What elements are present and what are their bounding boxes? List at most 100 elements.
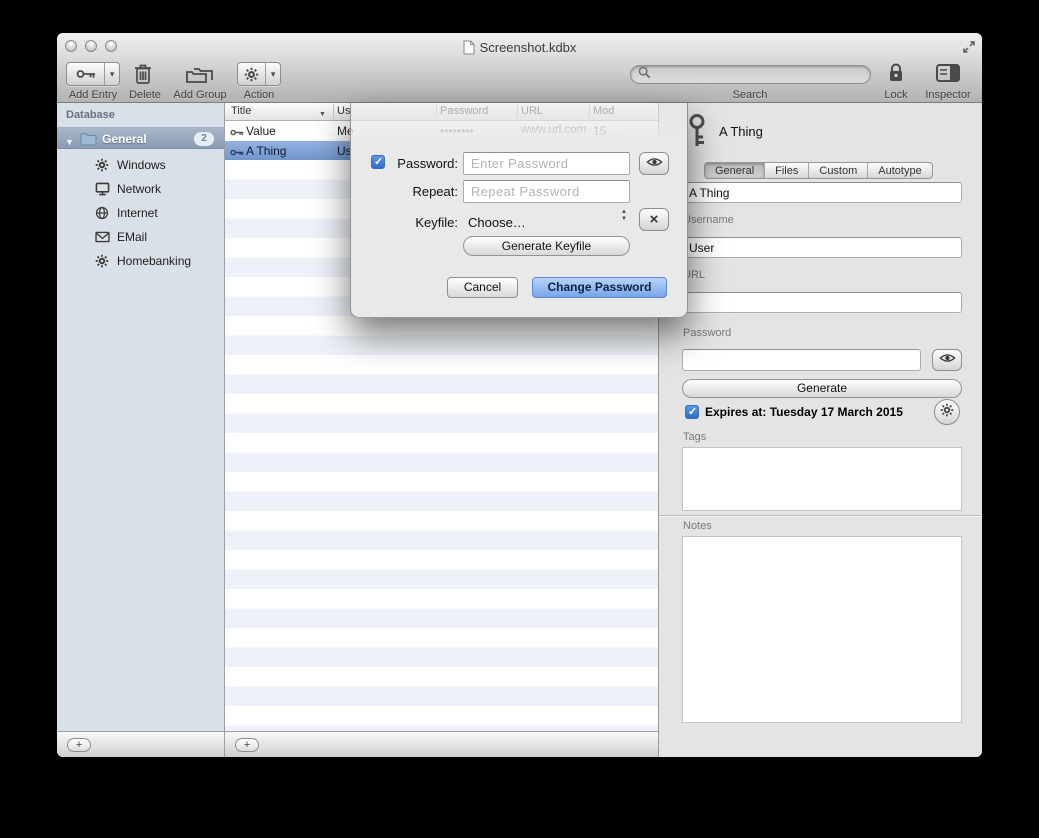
add-entry-footer-button[interactable]: +: [235, 738, 259, 752]
inspector-section-divider: [659, 515, 982, 516]
reveal-password-button[interactable]: [932, 349, 962, 371]
lock-icon: [888, 70, 904, 87]
gear-icon: [95, 158, 109, 177]
fullscreen-icon[interactable]: [962, 40, 976, 54]
window-title: Screenshot.kdbx: [57, 40, 982, 55]
inspector-panel: A Thing General Files Custom Autotype Us…: [658, 103, 982, 757]
username-field[interactable]: [682, 237, 962, 258]
entry-list-footer-bar: +: [225, 731, 658, 757]
gear-icon: [95, 254, 109, 273]
show-password-button[interactable]: [639, 152, 669, 175]
notes-textarea[interactable]: [682, 536, 962, 723]
tab-autotype[interactable]: Autotype: [868, 163, 931, 178]
display-icon: [95, 182, 110, 201]
dialog-password-label: Password:: [371, 156, 458, 171]
key-icon: [230, 146, 244, 160]
sidebar-item-label: Network: [117, 182, 161, 196]
generate-keyfile-button[interactable]: Generate Keyfile: [463, 236, 630, 256]
expires-label: Expires at: Tuesday 17 March 2015: [705, 405, 903, 419]
username-label: Username: [683, 214, 734, 226]
dialog-keyfile-label: Keyfile:: [371, 215, 458, 230]
inspector-tabs: General Files Custom Autotype: [704, 162, 933, 179]
key-icon: [230, 126, 244, 140]
inspector-toggle-button[interactable]: [936, 64, 960, 87]
sidebar-group-badge: 2: [194, 132, 214, 146]
cell-title: Value: [246, 124, 276, 138]
sidebar-item-label: EMail: [117, 230, 147, 244]
generate-password-button[interactable]: Generate: [682, 379, 962, 398]
expires-checkbox[interactable]: [685, 405, 699, 419]
tab-custom[interactable]: Custom: [809, 163, 868, 178]
sidebar-group-label: General: [102, 132, 147, 146]
title-field[interactable]: [682, 182, 962, 203]
column-header-title[interactable]: Title: [231, 105, 251, 117]
tags-label: Tags: [683, 431, 706, 443]
sidebar: Database General 2 Windows Network Inter…: [57, 103, 225, 757]
cell-title: A Thing: [246, 144, 286, 158]
password-field[interactable]: [682, 349, 921, 371]
sidebar-item-homebanking[interactable]: Homebanking: [57, 249, 224, 273]
search-label: Search: [690, 89, 810, 101]
repeat-password-input[interactable]: [463, 180, 630, 203]
change-password-dialog: Password: Repeat: Keyfile: Choose… Gener…: [350, 103, 688, 318]
close-icon: [650, 211, 659, 229]
clear-keyfile-button[interactable]: [639, 208, 669, 231]
globe-icon: [95, 206, 109, 225]
keyfile-popup-button[interactable]: Choose…: [468, 215, 526, 230]
trash-icon: [134, 72, 152, 89]
password-label: Password: [683, 327, 731, 339]
stepper-icon[interactable]: [618, 209, 630, 223]
tab-general[interactable]: General: [705, 163, 765, 178]
window-title-text: Screenshot.kdbx: [480, 40, 577, 55]
envelope-icon: [95, 230, 110, 248]
folders-icon: [184, 71, 214, 88]
action-dropdown-icon[interactable]: [265, 63, 280, 85]
inspector-entry-title: A Thing: [719, 124, 763, 139]
tab-files[interactable]: Files: [765, 163, 809, 178]
lock-button[interactable]: [888, 62, 904, 88]
gear-icon: [940, 403, 954, 422]
column-header-username[interactable]: Us: [337, 105, 350, 117]
add-group-button[interactable]: [184, 64, 214, 89]
notes-label: Notes: [683, 520, 712, 532]
search-input[interactable]: [655, 68, 863, 82]
sidebar-item-windows[interactable]: Windows: [57, 153, 224, 177]
new-password-input[interactable]: [463, 152, 630, 175]
sidebar-item-email[interactable]: EMail: [57, 225, 224, 249]
app-window: Screenshot.kdbx Add Entry Delete Add Gro…: [57, 33, 982, 757]
add-entry-button[interactable]: [66, 62, 120, 86]
inspector-label: Inspector: [913, 89, 982, 101]
sort-desc-icon: [319, 107, 326, 119]
sidebar-footer-bar: +: [57, 731, 224, 757]
gear-icon: [238, 63, 265, 85]
sidebar-item-label: Homebanking: [117, 254, 191, 268]
folder-icon: [80, 132, 97, 151]
cancel-button[interactable]: Cancel: [447, 277, 518, 298]
eye-icon: [939, 351, 956, 369]
url-field[interactable]: [682, 292, 962, 313]
tags-textarea[interactable]: [682, 447, 962, 511]
disclosure-icon[interactable]: [65, 132, 74, 150]
window-chrome: Screenshot.kdbx Add Entry Delete Add Gro…: [57, 33, 982, 103]
sidebar-section-header: Database: [66, 109, 115, 121]
delete-button[interactable]: [134, 63, 152, 90]
sidebar-item-label: Windows: [117, 158, 166, 172]
action-label: Action: [224, 89, 294, 101]
sidebar-item-internet[interactable]: Internet: [57, 201, 224, 225]
eye-icon: [646, 155, 663, 173]
sidebar-group-general[interactable]: General 2: [57, 127, 224, 149]
action-button[interactable]: [237, 62, 281, 86]
add-entry-dropdown-icon[interactable]: [104, 63, 119, 85]
expires-settings-button[interactable]: [934, 399, 960, 425]
change-password-button[interactable]: Change Password: [532, 277, 667, 298]
inspector-panes-icon: [936, 69, 960, 86]
search-field[interactable]: [630, 65, 871, 84]
magnifier-icon: [638, 66, 651, 84]
key-icon: [67, 63, 104, 85]
document-icon: [463, 40, 480, 55]
add-group-footer-button[interactable]: +: [67, 738, 91, 752]
main-content: Database General 2 Windows Network Inter…: [57, 103, 982, 757]
sidebar-item-network[interactable]: Network: [57, 177, 224, 201]
column-divider[interactable]: [333, 104, 334, 119]
dialog-repeat-label: Repeat:: [371, 184, 458, 199]
